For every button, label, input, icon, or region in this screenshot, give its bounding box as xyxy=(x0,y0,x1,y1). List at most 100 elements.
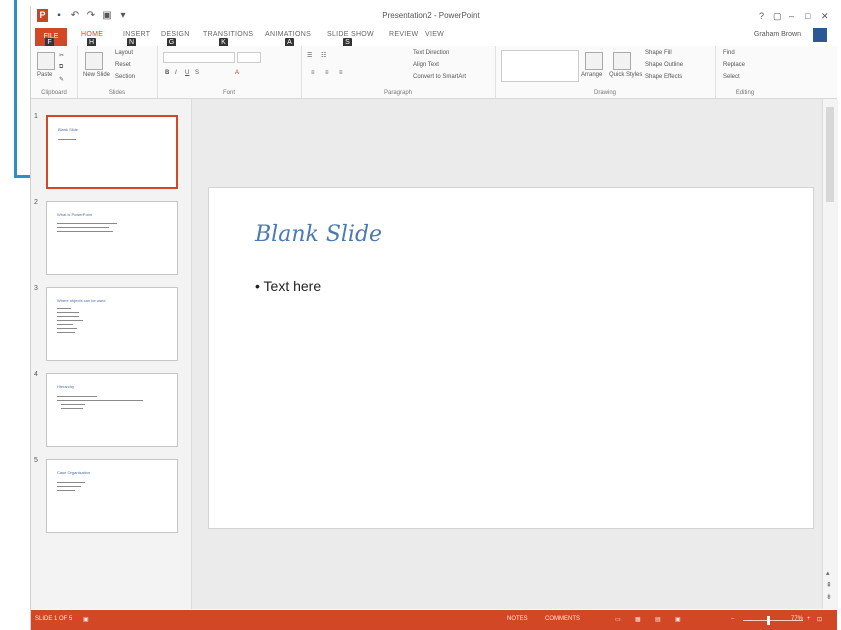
font-group-label: Font xyxy=(222,90,235,96)
customize-qat-icon[interactable]: ▾ xyxy=(117,10,129,22)
convert-smartart-button[interactable]: Convert to SmartArt xyxy=(413,74,466,80)
status-bar: SLIDE 1 OF 5 ▣ NOTES COMMENTS ▭ ▦ ▤ ▣ – … xyxy=(31,610,837,630)
tab-home[interactable]: HOME xyxy=(81,31,103,38)
slide-sorter-icon[interactable]: ▦ xyxy=(635,616,641,623)
thumbnail-title: Hierarchy xyxy=(57,384,75,389)
thumbnail-text-line xyxy=(57,490,75,491)
shape-effects-button[interactable]: Shape Effects xyxy=(645,74,682,80)
thumbnail-text-line xyxy=(57,332,75,333)
start-from-beginning-icon[interactable]: ▣ xyxy=(101,10,113,22)
zoom-level[interactable]: 77% xyxy=(791,616,803,622)
arrange-icon[interactable] xyxy=(585,52,603,70)
bold-icon[interactable]: B xyxy=(165,70,169,76)
slide-canvas[interactable]: Blank Slide • Text here xyxy=(208,187,814,529)
thumbnail-number: 4 xyxy=(34,371,38,378)
next-slide-icon[interactable]: ⇟ xyxy=(826,593,832,601)
slide-thumbnail-2[interactable]: What is PowerPoint xyxy=(46,201,178,275)
scroll-up-icon[interactable]: ▴ xyxy=(826,569,830,577)
scrollbar-thumb[interactable] xyxy=(826,107,834,202)
vertical-scrollbar[interactable]: ▴ ⇞ ⇟ xyxy=(822,99,838,609)
slide-thumbnail-panel: 1 Blank Slide 2 What is PowerPoint 3 Whe… xyxy=(31,99,192,609)
thumbnail-text-line xyxy=(57,328,77,329)
font-name-select[interactable] xyxy=(163,52,235,63)
replace-button[interactable]: Replace xyxy=(723,62,745,68)
slide-title[interactable]: Blank Slide xyxy=(255,222,382,247)
tab-design[interactable]: DESIGN xyxy=(161,31,190,38)
clipboard-group: Paste ✂ ⧉ ✎ Clipboard xyxy=(31,46,78,98)
slide-bullet-text[interactable]: • Text here xyxy=(255,278,321,294)
tab-transitions[interactable]: TRANSITIONS xyxy=(203,31,253,38)
zoom-out-icon[interactable]: – xyxy=(731,616,734,622)
slide-thumbnail-1[interactable]: Blank Slide xyxy=(46,115,178,189)
maximize-button[interactable]: □ xyxy=(805,11,810,21)
reset-button[interactable]: Reset xyxy=(115,62,131,68)
fit-slide-icon[interactable]: ⊡ xyxy=(817,616,822,623)
spell-check-icon[interactable]: ▣ xyxy=(83,616,89,623)
tab-animations[interactable]: ANIMATIONS xyxy=(265,31,311,38)
tab-slide-show[interactable]: SLIDE SHOW xyxy=(327,31,374,38)
shadow-icon[interactable]: S xyxy=(195,70,199,76)
shape-outline-button[interactable]: Shape Outline xyxy=(645,62,683,68)
thumbnail-title: Where objects can be used xyxy=(57,298,106,303)
thumbnail-number: 1 xyxy=(34,113,38,120)
cut-icon[interactable]: ✂ xyxy=(59,52,64,59)
copy-icon[interactable]: ⧉ xyxy=(59,64,63,71)
quick-styles-button[interactable]: Quick Styles xyxy=(609,72,642,78)
font-size-select[interactable] xyxy=(237,52,261,63)
section-button[interactable]: Section xyxy=(115,74,135,80)
select-button[interactable]: Select xyxy=(723,74,740,80)
italic-icon[interactable]: I xyxy=(175,70,177,76)
slide-show-icon[interactable]: ▣ xyxy=(675,616,681,623)
zoom-in-icon[interactable]: + xyxy=(807,616,811,622)
close-button[interactable]: ✕ xyxy=(821,11,829,22)
reading-view-icon[interactable]: ▤ xyxy=(655,616,661,623)
underline-icon[interactable]: U xyxy=(185,70,189,76)
redo-icon[interactable]: ↷ xyxy=(85,10,97,22)
tab-insert[interactable]: INSERT xyxy=(123,31,150,38)
normal-view-icon[interactable]: ▭ xyxy=(615,616,621,623)
thumbnail-text-line xyxy=(57,316,79,317)
thumbnail-number: 5 xyxy=(34,457,38,464)
tab-view[interactable]: VIEW xyxy=(425,31,444,38)
layout-button[interactable]: Layout xyxy=(115,50,133,56)
shapes-gallery[interactable] xyxy=(501,50,579,82)
zoom-slider-thumb[interactable] xyxy=(767,616,770,625)
align-center-icon[interactable]: ≡ xyxy=(325,70,329,76)
paste-button[interactable]: Paste xyxy=(37,72,52,78)
thumbnail-text-line xyxy=(57,312,79,313)
new-slide-button[interactable]: New Slide xyxy=(83,72,110,78)
bullets-icon[interactable]: ☰ xyxy=(307,52,312,59)
quick-styles-icon[interactable] xyxy=(613,52,631,70)
arrange-button[interactable]: Arrange xyxy=(581,72,602,78)
powerpoint-window: P ▪ ↶ ↷ ▣ ▾ Presentation2 - PowerPoint ?… xyxy=(30,6,838,630)
slide-thumbnail-3[interactable]: Where objects can be used xyxy=(46,287,178,361)
align-right-icon[interactable]: ≡ xyxy=(339,70,343,76)
ribbon-display-options-button[interactable]: ▢ xyxy=(773,11,782,22)
user-name[interactable]: Graham Brown xyxy=(754,31,801,38)
undo-icon[interactable]: ↶ xyxy=(69,10,81,22)
notes-button[interactable]: NOTES xyxy=(507,616,528,622)
tab-review[interactable]: REVIEW xyxy=(389,31,418,38)
comments-button[interactable]: COMMENTS xyxy=(545,616,580,622)
paste-icon[interactable] xyxy=(37,52,55,70)
numbering-icon[interactable]: ☷ xyxy=(321,52,326,59)
text-direction-button[interactable]: Text Direction xyxy=(413,50,449,56)
font-group: B I U S A Font xyxy=(157,46,302,98)
thumbnail-title: Blank Slide xyxy=(58,127,79,132)
shape-fill-button[interactable]: Shape Fill xyxy=(645,50,672,56)
avatar[interactable] xyxy=(813,28,827,42)
thumbnail-text-line xyxy=(57,400,143,401)
help-button[interactable]: ? xyxy=(759,11,764,21)
slide-thumbnail-4[interactable]: Hierarchy xyxy=(46,373,178,447)
align-text-button[interactable]: Align Text xyxy=(413,62,439,68)
font-color-icon[interactable]: A xyxy=(235,70,239,76)
align-left-icon[interactable]: ≡ xyxy=(311,70,315,76)
save-icon[interactable]: ▪ xyxy=(53,10,65,22)
format-painter-icon[interactable]: ✎ xyxy=(59,76,64,83)
slide-thumbnail-5[interactable]: Case Organisation xyxy=(46,459,178,533)
previous-slide-icon[interactable]: ⇞ xyxy=(826,581,832,589)
thumbnail-text-line xyxy=(58,139,76,140)
new-slide-icon[interactable] xyxy=(85,52,103,70)
minimize-button[interactable]: – xyxy=(789,11,794,21)
find-button[interactable]: Find xyxy=(723,50,735,56)
